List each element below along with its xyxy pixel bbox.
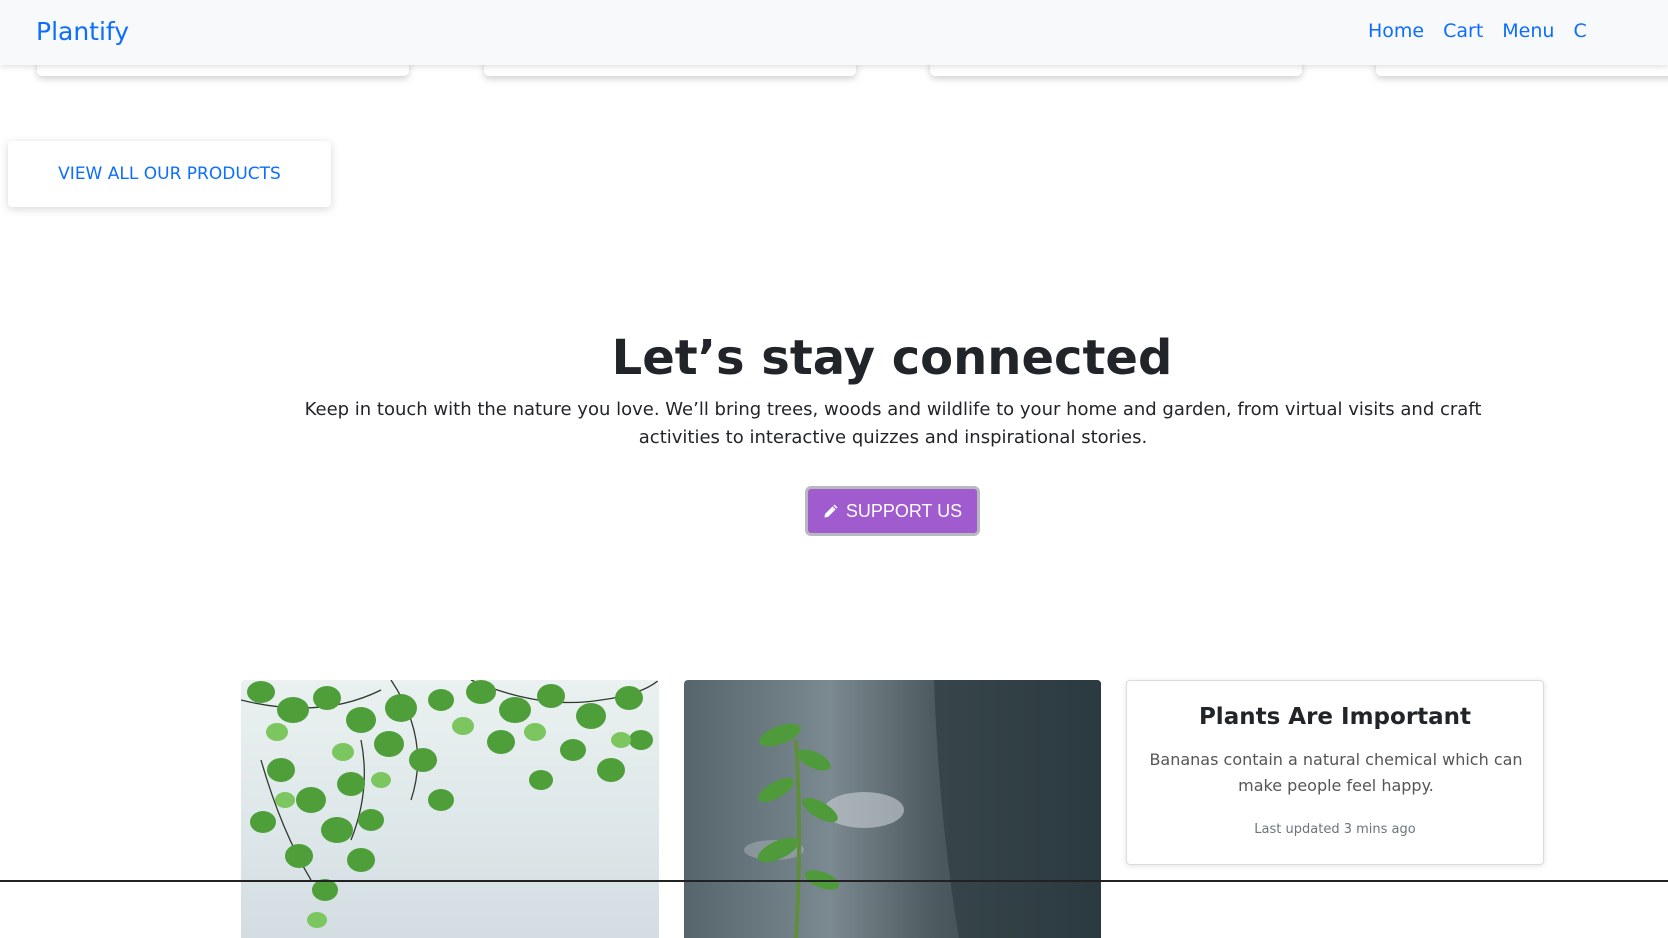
leaves-image [241, 680, 659, 938]
info-card-meta: Last updated 3 mins ago [1254, 822, 1416, 837]
nav-links: Home Cart Menu C [1368, 20, 1606, 42]
nav-link-cart[interactable]: Cart [1443, 20, 1483, 42]
view-all-products-button[interactable]: VIEW ALL OUR PRODUCTS [8, 141, 331, 207]
nav-link-menu[interactable]: Menu [1502, 20, 1554, 42]
nav-link-home[interactable]: Home [1368, 20, 1424, 42]
info-card-text: Bananas contain a natural chemical which… [1149, 750, 1523, 795]
nav-link-cutoff[interactable]: C [1573, 20, 1586, 42]
connect-description: Keep in touch with the nature you love. … [304, 399, 1482, 448]
info-card-title: Plants Are Important [1198, 704, 1472, 730]
connect-title: Let’s stay connected [611, 330, 1173, 386]
info-card: Plants Are Important Bananas contain a n… [1126, 680, 1544, 865]
navbar: Plantify Home Cart Menu C [0, 0, 1668, 65]
support-us-button[interactable]: SUPPORT US [805, 486, 980, 536]
sprout-image [684, 680, 1101, 938]
brand-link[interactable]: Plantify [36, 17, 129, 46]
pencil-icon [823, 503, 839, 519]
divider [0, 880, 1668, 882]
support-us-label: SUPPORT US [845, 500, 963, 521]
